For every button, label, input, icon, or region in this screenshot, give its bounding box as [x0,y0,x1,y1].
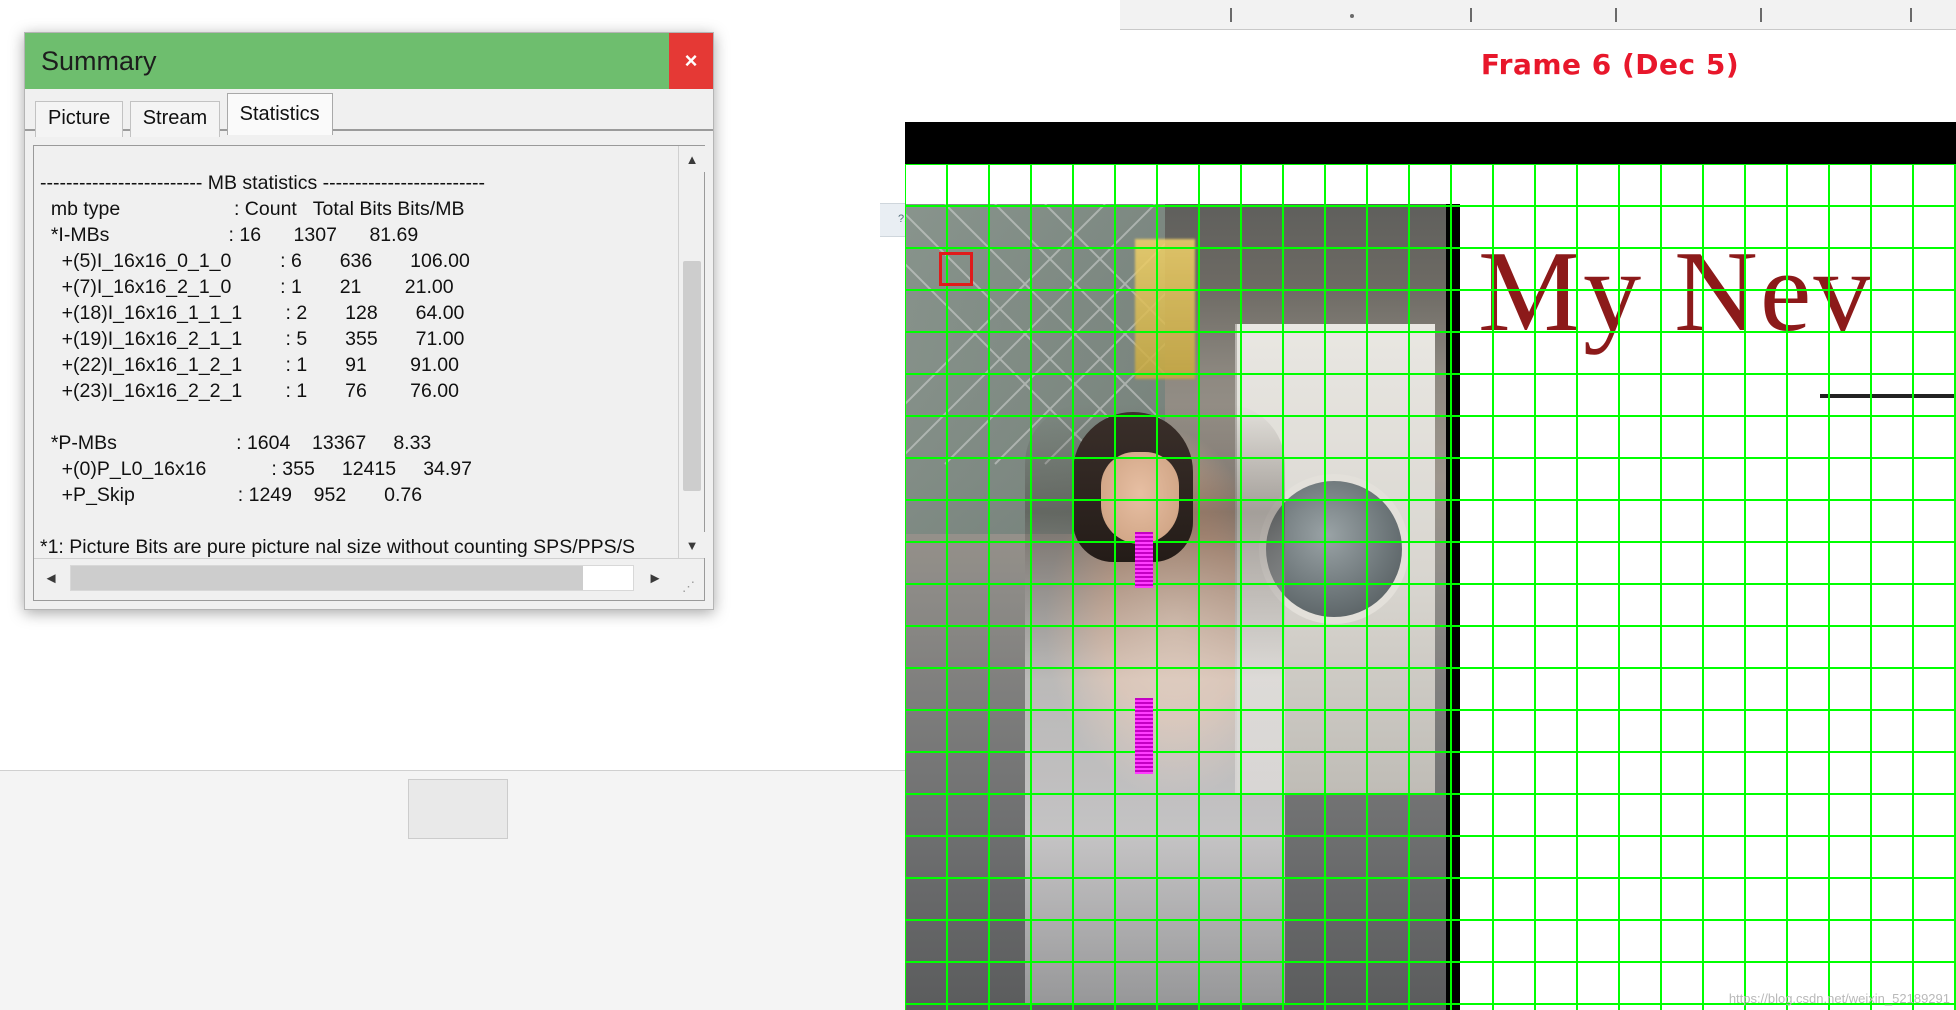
statistics-text-area[interactable]: ------------------------- MB statistics … [34,146,678,558]
dialog-title-bar[interactable]: Summary × [25,33,713,89]
ruler-tick [1615,8,1617,22]
page-divider [1820,394,1956,398]
macroblock-highlight-purple [1135,698,1153,774]
photo-right-black-bar [1446,204,1460,1010]
host-app-lower-panel [0,770,905,1010]
tab-statistics[interactable]: Statistics [226,93,333,135]
tab-picture[interactable]: Picture [35,101,124,137]
ruler-tick [1760,8,1762,22]
video-page-right: My Nev [1460,204,1956,1010]
frame-title: Frame 6 (Dec 5) [1480,48,1740,81]
dialog-tab-strip[interactable]: Picture Stream Statistics [25,89,713,137]
statistics-panel: ------------------------- MB statistics … [33,145,705,601]
vertical-scroll-thumb[interactable] [683,261,701,491]
video-frame-view[interactable]: My Nev [905,164,1956,1010]
horizontal-scroll-thumb[interactable] [71,566,583,590]
scroll-left-arrow-icon[interactable]: ◄ [36,563,66,593]
scroll-up-arrow-icon[interactable]: ▲ [679,146,705,172]
vertical-scrollbar[interactable]: ▲ ▼ [678,146,705,558]
scroll-right-arrow-icon[interactable]: ► [640,563,670,593]
ruler-tick [1230,8,1232,22]
page-headline-text: My Nev [1478,228,1874,356]
horizontal-scrollbar[interactable]: ◄ ► ⋰ [34,558,704,600]
photo-subject-face [1101,452,1179,544]
resize-grip-icon[interactable]: ⋰ [682,579,700,597]
ruler-tick [1350,14,1354,18]
horizontal-scroll-track[interactable] [70,565,634,591]
macroblock-selected-red[interactable] [939,252,973,286]
tab-stream[interactable]: Stream [129,101,221,137]
photo-window-light [1135,239,1195,379]
ruler-tick [1910,8,1912,22]
macroblock-highlight-purple [1135,532,1153,588]
scroll-down-arrow-icon[interactable]: ▼ [679,532,705,558]
timeline-ruler[interactable] [1120,0,1956,30]
close-icon[interactable]: × [669,33,713,89]
host-thumbnail-box[interactable] [408,779,508,839]
ruler-tick [1470,8,1472,22]
statistics-text: ------------------------- MB statistics … [40,172,636,558]
dialog-title: Summary [41,45,157,76]
watermark-text: https://blog.csdn.net/weixin_52189291 [1728,991,1950,1006]
video-photo-left [905,204,1460,1010]
video-top-black-band [905,122,1956,164]
summary-dialog[interactable]: Summary × Picture Stream Statistics ----… [24,32,714,610]
